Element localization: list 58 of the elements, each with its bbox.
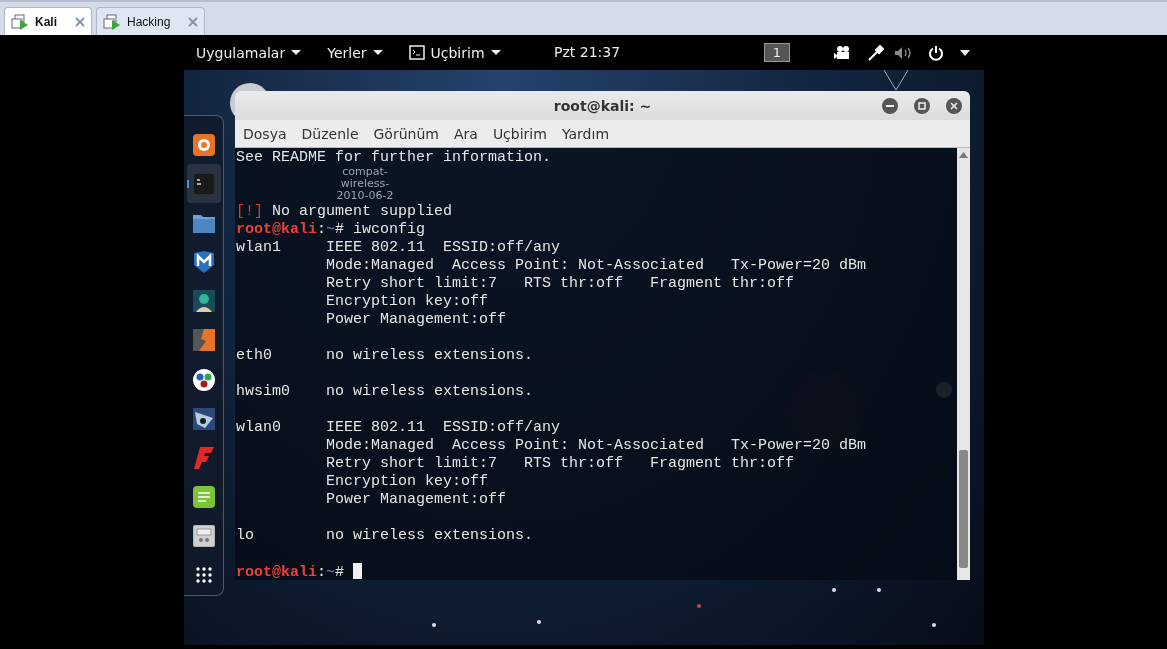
terminal-line: Retry short limit:7 RTS thr:off Fragment thr:off <box>325 455 795 472</box>
clock[interactable]: Pzt 21:37 <box>554 44 621 60</box>
window-title: root@kali: ~ <box>553 97 652 114</box>
terminal-line: root@kali:~# iwconfig <box>236 221 426 238</box>
folder-icon[interactable] <box>192 212 215 233</box>
menu-item[interactable]: Ara <box>445 125 485 142</box>
scroll-thumb[interactable] <box>959 450 968 568</box>
character-icon[interactable] <box>192 290 215 313</box>
vm-tab[interactable]: Hacking <box>96 7 206 35</box>
close-icon[interactable] <box>946 98 962 114</box>
scroll-up-icon[interactable] <box>959 152 968 158</box>
terminal-line: Mode:Managed Access Point: Not-Associated Tx-Power=20 dBm <box>325 257 867 274</box>
menu-item[interactable]: Uçbirim <box>484 125 554 142</box>
terminal-line: wlan0 IEEE 802.11 ESSID:off/any <box>236 419 561 436</box>
terminal-line: eth0 no wireless extensions. <box>236 347 534 364</box>
top-menu[interactable]: Uçbirim <box>408 44 501 61</box>
menu-item[interactable]: Görünüm <box>365 125 446 142</box>
terminal-line: Mode:Managed Access Point: Not-Associated Tx-Power=20 dBm <box>325 437 867 454</box>
lightning-icon[interactable] <box>192 329 215 352</box>
terminal-icon[interactable] <box>192 172 215 195</box>
terminal-line: hwsim0 no wireless extensions. <box>236 383 534 400</box>
grid-icon[interactable] <box>194 566 213 585</box>
power-icon[interactable] <box>928 44 944 61</box>
caret-icon[interactable] <box>960 49 970 56</box>
speaker-icon[interactable] <box>894 45 912 60</box>
maximize-icon[interactable] <box>914 98 930 114</box>
terminal-line: Power Management:off <box>325 311 507 328</box>
menu-item[interactable]: Düzenle <box>293 125 366 142</box>
minimize-icon[interactable] <box>882 98 898 114</box>
shield-icon[interactable] <box>193 251 214 274</box>
workspace-indicator[interactable]: 1 <box>763 43 790 62</box>
f-letter-icon[interactable] <box>193 446 214 469</box>
dots-icon[interactable] <box>192 368 215 391</box>
fox-icon[interactable] <box>192 133 215 156</box>
vm-icon <box>11 13 29 30</box>
terminal-line: wlan1 IEEE 802.11 ESSID:off/any <box>236 239 561 256</box>
terminal-line: root@kali:~# <box>236 564 346 580</box>
terminal-line: lo no wireless extensions. <box>236 527 534 544</box>
desktop-icon-label[interactable]: compat-wireless-2010-06-2 <box>332 166 398 202</box>
vm-icon <box>103 13 121 30</box>
pen-icon[interactable] <box>868 44 884 61</box>
menu-item[interactable]: Yardım <box>553 125 617 142</box>
terminal-line: Encryption key:off <box>325 293 489 310</box>
terminal-line: Retry short limit:7 RTS thr:off Fragment thr:off <box>325 275 795 292</box>
camera-icon[interactable] <box>834 46 850 59</box>
notepad-icon[interactable] <box>192 486 215 509</box>
terminal-icon <box>408 45 425 60</box>
vm-tab[interactable]: Kali <box>4 7 92 35</box>
terminal-line: See README for further information. <box>236 149 552 166</box>
close-icon[interactable] <box>75 16 85 27</box>
terminal-line: Encryption key:off <box>325 473 489 490</box>
top-menu[interactable]: Yerler <box>327 44 383 61</box>
top-menu[interactable]: Uygulamalar <box>196 44 302 61</box>
terminal-line: [!] No argument supplied <box>236 203 453 220</box>
terminal-line: Power Management:off <box>325 491 507 508</box>
menu-item[interactable]: Dosya <box>235 125 294 142</box>
device-icon[interactable] <box>192 525 215 548</box>
scrollbar[interactable] <box>957 148 970 580</box>
